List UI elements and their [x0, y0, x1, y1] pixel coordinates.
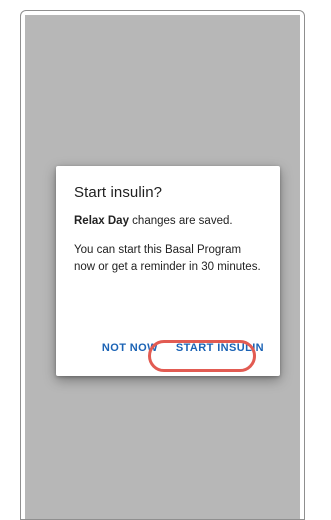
- phone-frame: Start insulin? Relax Day changes are sav…: [20, 10, 305, 520]
- dialog-actions: NOT NOW START INSULIN: [98, 336, 268, 360]
- program-name: Relax Day: [74, 215, 129, 227]
- start-insulin-button[interactable]: START INSULIN: [172, 336, 268, 360]
- dialog-title: Start insulin?: [74, 184, 163, 201]
- not-now-button[interactable]: NOT NOW: [98, 336, 162, 360]
- saved-suffix: changes are saved.: [128, 215, 233, 227]
- saved-message: Relax Day changes are saved.: [74, 213, 264, 230]
- start-insulin-dialog: Start insulin? Relax Day changes are sav…: [56, 166, 280, 376]
- dialog-body: You can start this Basal Program now or …: [74, 244, 261, 273]
